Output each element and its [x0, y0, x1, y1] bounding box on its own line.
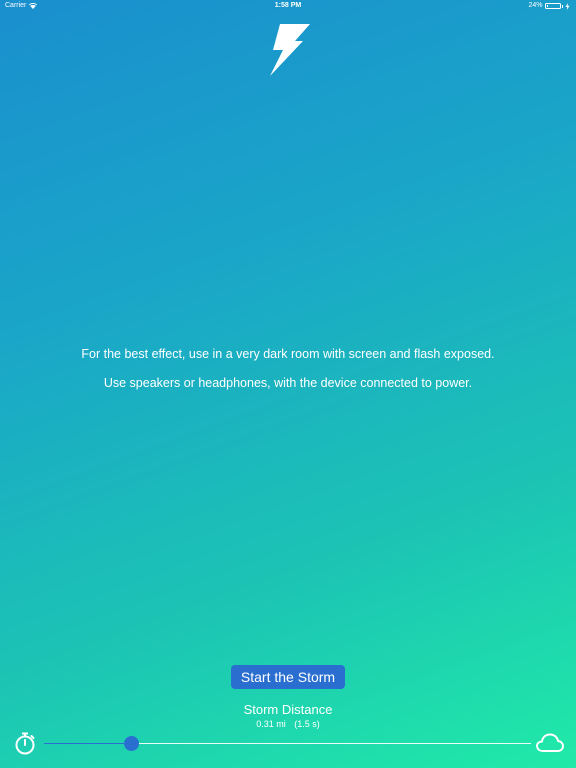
instruction-line-1: For the best effect, use in a very dark … — [81, 347, 495, 361]
battery-percent: 24% — [528, 2, 543, 9]
status-bar: Carrier 1:58 PM 24% — [0, 0, 576, 12]
instructions: For the best effect, use in a very dark … — [0, 347, 576, 405]
battery-icon — [544, 3, 561, 9]
slider-fill — [44, 742, 132, 744]
lightning-bolt-icon — [270, 24, 310, 76]
storm-distance-title: Storm Distance — [243, 702, 333, 717]
instruction-line-2: Use speakers or headphones, with the dev… — [103, 376, 473, 390]
charging-bolt-icon — [565, 2, 570, 10]
stopwatch-icon[interactable] — [13, 731, 37, 755]
start-storm-button[interactable]: Start the Storm — [231, 665, 345, 689]
status-time: 1:58 PM — [274, 2, 302, 9]
status-right: 24% — [528, 0, 570, 12]
cloud-icon[interactable] — [535, 731, 565, 755]
storm-distance-value: 0.31 mi (1.5 s) — [0, 719, 576, 729]
battery-tip — [561, 4, 563, 8]
storm-distance-miles: 0.31 mi — [256, 719, 286, 729]
battery-fill — [546, 5, 548, 7]
storm-distance-slider[interactable] — [44, 733, 531, 753]
slider-thumb[interactable] — [124, 735, 140, 751]
storm-distance-seconds: (1.5 s) — [294, 719, 320, 729]
